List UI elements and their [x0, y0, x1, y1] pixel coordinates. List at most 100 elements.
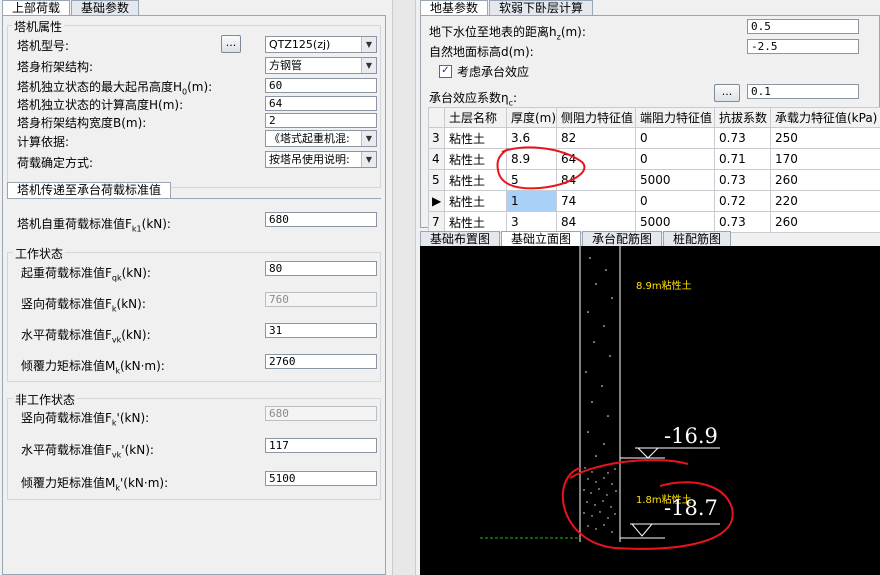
tab-foundation-elevation[interactable]: 基础立面图	[501, 231, 582, 247]
vertical-splitter[interactable]	[392, 0, 416, 575]
table-cell[interactable]: 0	[635, 148, 715, 170]
table-cell[interactable]: 250	[770, 127, 880, 149]
nw-horizontal-load-label: 水平荷载标准值Fvk'(kN):	[21, 441, 154, 459]
tab-std-load[interactable]: 塔机传递至承台荷载标准值	[7, 182, 172, 198]
cap-coef-label: 承台效应系数ηc:	[429, 89, 517, 107]
table-header-cell[interactable]: 端阻力特征值	[635, 107, 715, 128]
layer-upper-label: 8.9m粘性土	[636, 281, 692, 292]
tab-cap-rebar[interactable]: 承台配筋图	[582, 231, 663, 247]
truss-width-input[interactable]: 2	[265, 113, 377, 128]
level-triangle-lower	[631, 523, 653, 537]
lift-load-input[interactable]: 80	[265, 261, 377, 276]
table-cell[interactable]: 0	[635, 127, 715, 149]
structure-select[interactable]: 方钢管 ▼	[265, 57, 377, 74]
horizontal-load-unit: (kN):	[121, 328, 151, 342]
lift-load-label: 起重荷载标准值Fqk(kN):	[21, 264, 151, 282]
nw-vertical-load-input: 680	[265, 406, 377, 421]
basis-select[interactable]: 《塔式起重机混: ▼	[265, 130, 377, 147]
truss-width-label: 塔身桁架结构宽度B(m):	[17, 116, 147, 130]
basis-label: 计算依据:	[17, 135, 70, 149]
tower-model-browse-button[interactable]: ...	[221, 35, 241, 53]
cap-effect-checkbox[interactable]: ✓	[439, 65, 452, 78]
elevation-drawing-canvas[interactable]: 8.9m粘性土 1.8m粘性土 -16.9 -18.7	[420, 246, 880, 575]
table-cell[interactable]: 0.73	[714, 127, 771, 149]
view-tabbar: 基础布置图 基础立面图 承台配筋图 桩配筋图	[420, 231, 732, 247]
table-cell[interactable]: 220	[770, 190, 880, 212]
table-header-cell[interactable]: 承载力特征值(kPa)	[770, 107, 880, 128]
table-header-cell[interactable]: 抗拔系数	[714, 107, 771, 128]
table-cell[interactable]: 260	[770, 211, 880, 233]
vertical-load-unit: (kN):	[116, 297, 146, 311]
ground-elev-input[interactable]: -2.5	[747, 39, 859, 54]
left-panel: 塔机属性 塔机型号: ... QTZ125(zj) ▼ 塔身桁架结构: 方钢管 ▼ …	[2, 15, 386, 575]
moment-label-text: 倾覆力矩标准值M	[21, 359, 116, 373]
std-load-tabbar: 塔机传递至承台荷载标准值	[7, 182, 172, 198]
chevron-down-icon: ▼	[361, 131, 376, 146]
vertical-load-input: 760	[265, 292, 377, 307]
table-cell[interactable]: 5000	[635, 211, 715, 233]
tab-upper-load[interactable]: 上部荷载	[2, 0, 71, 16]
table-header-cell[interactable]: 厚度(m)	[506, 107, 557, 128]
tab-foundation-params[interactable]: 基础参数	[71, 0, 140, 16]
table-corner	[428, 107, 445, 128]
level-lower-text: -18.7	[664, 496, 718, 520]
chevron-down-icon: ▼	[361, 37, 376, 52]
elevation-drawing	[480, 246, 734, 550]
water-depth-input[interactable]: 0.5	[747, 19, 859, 34]
self-weight-input[interactable]: 680	[265, 212, 377, 227]
lift-load-sub: qk	[111, 273, 122, 283]
non-working-title: 非工作状态	[13, 391, 78, 408]
tab-foundation-layout[interactable]: 基础布置图	[420, 231, 501, 247]
calc-height-input[interactable]: 64	[265, 96, 377, 111]
lift-load-unit: (kN):	[121, 266, 151, 280]
right-tabbar: 地基参数 软弱下卧层计算	[420, 0, 594, 16]
tab-pile-rebar[interactable]: 桩配筋图	[663, 231, 732, 247]
self-weight-sub: k1	[131, 224, 142, 234]
horizontal-load-input[interactable]: 31	[265, 323, 377, 338]
table-cell[interactable]: 260	[770, 169, 880, 191]
table-cell[interactable]: 0	[635, 190, 715, 212]
table-cell[interactable]: 粘性土	[444, 211, 507, 233]
red-annotation-table	[496, 146, 586, 190]
std-tab-divider	[7, 198, 381, 199]
cap-coef-browse-button[interactable]: ...	[714, 84, 740, 102]
water-depth-unit: (m):	[560, 25, 586, 39]
red-circle-stroke	[496, 146, 586, 190]
row-header[interactable]: 7	[428, 211, 445, 233]
tower-model-select[interactable]: QTZ125(zj) ▼	[265, 36, 377, 53]
tab-weak-layer[interactable]: 软弱下卧层计算	[489, 0, 594, 16]
table-cell[interactable]: 0.73	[714, 169, 771, 191]
load-method-label: 荷载确定方式:	[17, 156, 94, 170]
table-cell[interactable]: 0.71	[714, 148, 771, 170]
self-weight-label: 塔机自重荷载标准值Fk1(kN):	[17, 215, 171, 233]
table-cell[interactable]: 0.73	[714, 211, 771, 233]
table-header-cell[interactable]: 土层名称	[444, 107, 507, 128]
moment-input[interactable]: 2760	[265, 354, 377, 369]
max-height-unit: (m):	[187, 80, 213, 94]
max-height-input[interactable]: 60	[265, 78, 377, 93]
tower-props-title: 塔机属性	[12, 18, 65, 35]
table-row[interactable]: 7 粘性土 3 84 5000 0.73 260	[428, 211, 880, 233]
horizontal-load-label: 水平荷载标准值Fvk(kN):	[21, 326, 151, 344]
max-height-label: 塔机独立状态的最大起吊高度H0(m):	[17, 78, 212, 96]
cap-effect-label: 考虑承台效应	[457, 65, 530, 79]
nw-horizontal-load-sub: vk	[111, 450, 122, 460]
left-tabbar: 上部荷载 基础参数	[2, 0, 140, 16]
table-cell[interactable]: 0.72	[714, 190, 771, 212]
nw-vertical-load-unit: '(kN):	[116, 411, 150, 425]
basis-value: 《塔式起重机混:	[269, 132, 350, 145]
table-cell[interactable]: 3	[506, 211, 557, 233]
load-method-select[interactable]: 按塔吊使用说明: ▼	[265, 151, 377, 168]
cap-coef-input[interactable]: 0.1	[747, 84, 859, 99]
table-cell[interactable]: 170	[770, 148, 880, 170]
table-header-cell[interactable]: 侧阻力特征值	[556, 107, 636, 128]
ground-elev-label: 自然地面标高d(m):	[429, 45, 534, 59]
table-cell[interactable]: 5000	[635, 169, 715, 191]
tab-ground-params[interactable]: 地基参数	[420, 0, 489, 16]
working-title: 工作状态	[13, 245, 66, 262]
nw-horizontal-load-input[interactable]: 117	[265, 438, 377, 453]
nw-horizontal-load-unit: '(kN):	[121, 443, 154, 457]
vertical-load-label-text: 竖向荷载标准值F	[21, 297, 112, 311]
nw-moment-input[interactable]: 5100	[265, 471, 377, 486]
table-cell[interactable]: 84	[556, 211, 636, 233]
